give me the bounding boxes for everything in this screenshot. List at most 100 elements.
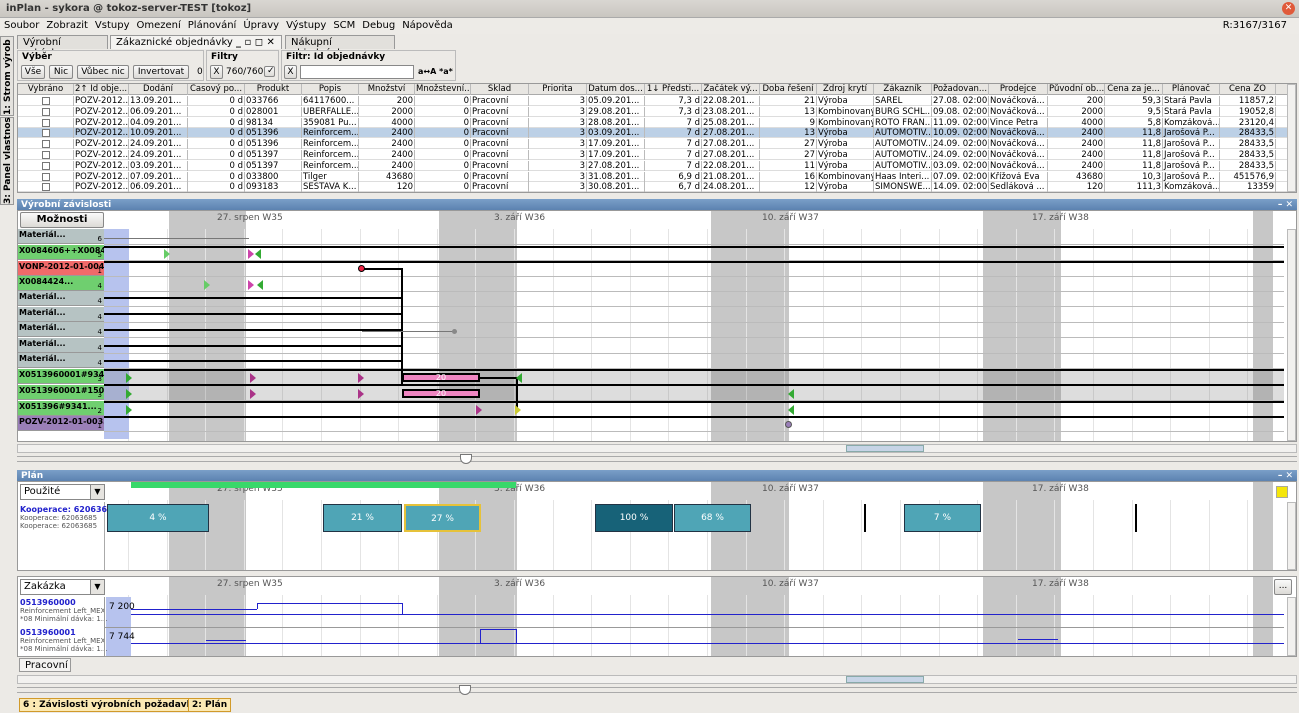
- table-cell[interactable]: [18, 96, 74, 106]
- dependency-row-label[interactable]: X0513960001#9342...3: [18, 369, 104, 384]
- table-cell[interactable]: [18, 182, 74, 192]
- event-dot-icon[interactable]: [358, 265, 365, 272]
- milestone-icon[interactable]: [164, 249, 170, 259]
- milestone-icon[interactable]: [248, 249, 254, 259]
- bottom-tab-zavislosti[interactable]: 6 : Závislosti výrobních požadavků: [19, 698, 204, 712]
- zavislosti-hscrollbar[interactable]: [17, 444, 1297, 453]
- window-close-icon[interactable]: ✕: [1282, 2, 1295, 15]
- menu-soubor[interactable]: Soubor: [0, 18, 42, 31]
- event-dot-icon[interactable]: [785, 421, 792, 428]
- tab-pracovni[interactable]: Pracovní: [19, 658, 71, 672]
- table-column-header[interactable]: Cena za je...: [1105, 84, 1163, 95]
- table-row[interactable]: POZV-2012... 07.09.201... 0 d 033800 Tilger 4…: [18, 171, 1288, 182]
- row-checkbox[interactable]: [41, 97, 50, 105]
- side-tab-strom[interactable]: 1: Strom výrob: [0, 36, 14, 116]
- dependency-row-label[interactable]: VONP-2012-01-0042341: [18, 261, 104, 276]
- select-nothing-button[interactable]: Vůbec nic: [77, 65, 129, 79]
- milestone-icon[interactable]: [358, 373, 364, 383]
- milestone-icon[interactable]: [515, 405, 521, 415]
- zakazka-combo[interactable]: Zakázka ▼: [20, 579, 105, 595]
- row-checkbox[interactable]: [41, 151, 50, 159]
- invert-button[interactable]: Invertovat: [133, 65, 189, 79]
- table-column-header[interactable]: Časový po...: [188, 84, 245, 95]
- menu-vystupy[interactable]: Výstupy: [282, 18, 329, 31]
- milestone-icon[interactable]: [126, 373, 132, 383]
- table-cell[interactable]: [18, 106, 74, 117]
- zavislosti-panel-controls[interactable]: – ✕: [1278, 200, 1293, 210]
- zavislosti-vscrollbar[interactable]: [1287, 229, 1296, 441]
- table-cell[interactable]: [18, 150, 74, 160]
- table-column-header[interactable]: Začátek vý...: [702, 84, 760, 95]
- milestone-icon[interactable]: [788, 405, 794, 415]
- dependency-row-label[interactable]: X0084424... 4: [18, 276, 104, 291]
- row-checkbox[interactable]: [41, 107, 50, 116]
- dependency-row-label[interactable]: X0084606++X0084605: [18, 245, 104, 260]
- table-column-header[interactable]: Datum dos...: [587, 84, 645, 95]
- table-cell[interactable]: [18, 117, 74, 128]
- milestone-icon[interactable]: [250, 373, 256, 383]
- row-checkbox[interactable]: [41, 172, 50, 181]
- plan-hscroll-thumb[interactable]: [846, 676, 924, 683]
- filtry-checkbox[interactable]: ✓: [264, 66, 275, 77]
- tab-vyrobni-zakazky[interactable]: Výrobní zakázky: [17, 35, 108, 59]
- dependency-row-label[interactable]: Materiál... 6: [18, 229, 104, 244]
- filtr-id-clear-button[interactable]: X: [284, 65, 297, 79]
- table-column-header[interactable]: Požadovan...: [932, 84, 989, 95]
- dependency-row-label[interactable]: Materiál... 4: [18, 307, 104, 322]
- milestone-icon[interactable]: [126, 405, 132, 415]
- filtr-id-input[interactable]: [300, 65, 414, 79]
- plan-legend-color-icon[interactable]: [1276, 486, 1288, 498]
- resource-name[interactable]: Kooperace: 62063685: [20, 505, 118, 514]
- table-row[interactable]: POZV-2012... 13.09.201... 0 d 033766 6411760…: [18, 96, 1288, 106]
- table-column-header[interactable]: Sklad: [471, 84, 529, 95]
- table-vscrollbar[interactable]: [1287, 84, 1296, 192]
- capacity-bar[interactable]: 100 %: [595, 504, 673, 532]
- milestone-icon[interactable]: [248, 280, 254, 290]
- dependency-row-label[interactable]: X051396#9341... 2: [18, 401, 104, 416]
- capacity-bar[interactable]: 21 %: [323, 504, 402, 532]
- table-row[interactable]: POZV-2012... 06.09.201... 0 d 093183 SESTAVA…: [18, 182, 1288, 192]
- table-column-header[interactable]: Popis: [302, 84, 359, 95]
- zakazka-more-button[interactable]: ...: [1274, 579, 1292, 595]
- table-column-header[interactable]: Množstevní...: [415, 84, 471, 95]
- tab-nakupni-objednavky[interactable]: Nákupní objednávky: [285, 35, 395, 59]
- table-column-header[interactable]: Zdroj krytí: [817, 84, 874, 95]
- table-column-header[interactable]: Doba řešení: [760, 84, 817, 95]
- zakazka-vscrollbar[interactable]: [1287, 597, 1296, 656]
- dependency-row-label[interactable]: X0513960001#1508...3: [18, 385, 104, 400]
- table-cell[interactable]: [18, 139, 74, 150]
- order-id[interactable]: 0513960000: [20, 598, 76, 607]
- menu-scm[interactable]: SCM: [329, 18, 358, 31]
- bottom-tab-plan[interactable]: 2: Plán: [188, 698, 232, 712]
- side-tab-panel[interactable]: 3: Panel vlastnos: [0, 117, 14, 205]
- zavislosti-hscroll-thumb[interactable]: [846, 445, 924, 452]
- tab-controls[interactable]: _ ▫ ◻ ✕: [236, 37, 275, 48]
- plan-vscrollbar[interactable]: [1287, 502, 1296, 570]
- capacity-bar[interactable]: 4 %: [107, 504, 209, 532]
- dependency-row-label[interactable]: Materiál... 4: [18, 322, 104, 337]
- menu-napoveda[interactable]: Nápověda: [398, 18, 456, 31]
- capacity-bar[interactable]: 7 %: [904, 504, 981, 532]
- row-checkbox[interactable]: [41, 118, 50, 127]
- dependency-row-label[interactable]: Materiál... 4: [18, 338, 104, 353]
- plan-hscrollbar[interactable]: [17, 675, 1297, 684]
- table-column-header[interactable]: Zákazník: [874, 84, 932, 95]
- table-cell[interactable]: [18, 128, 74, 139]
- tab-zakaznicke-objednavky[interactable]: Zákaznické objednávky _ ▫ ◻ ✕: [110, 35, 282, 49]
- zavislosti-zoom-slider[interactable]: [17, 454, 1297, 464]
- table-cell[interactable]: [18, 171, 74, 182]
- milestone-icon[interactable]: [476, 405, 482, 415]
- table-column-header[interactable]: Cena ZO: [1220, 84, 1276, 95]
- table-row[interactable]: POZV-2012... 06.09.201... 0 d 028001 ÜBERFAL…: [18, 106, 1288, 117]
- table-column-header[interactable]: 1↓ Předsti...: [645, 84, 702, 95]
- table-column-header[interactable]: Původní ob...: [1048, 84, 1105, 95]
- dependency-row-label[interactable]: POZV-2012-01-0035661: [18, 416, 104, 431]
- table-column-header[interactable]: Produkt: [245, 84, 302, 95]
- row-checkbox[interactable]: [41, 129, 50, 138]
- table-column-header[interactable]: Plánovač: [1163, 84, 1220, 95]
- filtry-clear-button[interactable]: X: [210, 65, 223, 79]
- zavislosti-zoom-knob[interactable]: [460, 454, 472, 464]
- milestone-icon[interactable]: [126, 389, 132, 399]
- milestone-icon[interactable]: [255, 249, 261, 259]
- plan-zoom-slider[interactable]: [17, 685, 1297, 695]
